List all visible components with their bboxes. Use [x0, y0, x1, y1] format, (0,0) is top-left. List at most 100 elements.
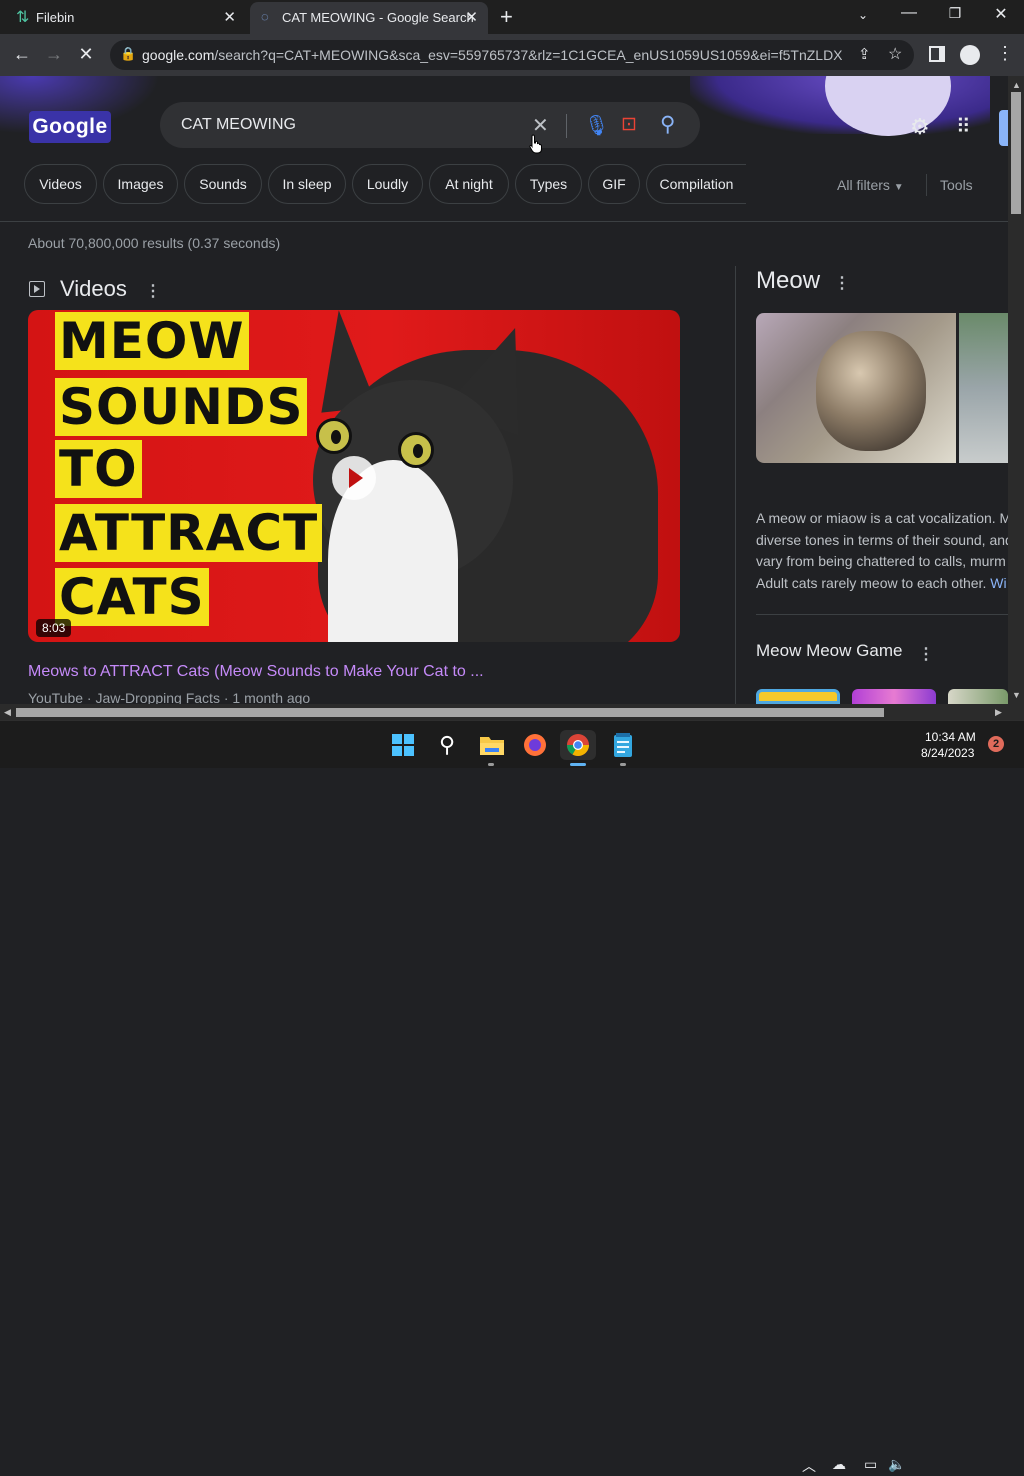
vertical-scroll-thumb[interactable]	[1011, 92, 1021, 214]
firefox-logo-icon	[524, 734, 546, 756]
all-filters-button[interactable]: All filters ▼	[837, 177, 904, 193]
chip-compilation[interactable]: Compilation	[646, 164, 746, 204]
notification-badge[interactable]: 2	[988, 736, 1004, 752]
show-hidden-icons-chevron[interactable]: ︿	[802, 1456, 816, 1476]
url-text[interactable]: google.com/search?q=CAT+MEOWING&sca_esv=…	[142, 47, 842, 63]
game-thumbnail[interactable]	[948, 689, 1008, 704]
running-indicator	[488, 763, 494, 766]
back-button[interactable]: ←	[10, 44, 34, 65]
game-more-options-icon[interactable]: ⋮	[918, 644, 934, 664]
close-window-icon[interactable]: ✕	[986, 4, 1016, 24]
chip-images[interactable]: Images	[103, 164, 178, 204]
kp-desc-line: A meow or miaow is a cat vocalization. M	[756, 510, 1008, 526]
browser-menu-icon[interactable]: ⋮	[996, 43, 1014, 64]
browser-toolbar: ← → ✕ 🔒 google.com/search?q=CAT+MEOWING&…	[0, 34, 1024, 76]
horizontal-scroll-thumb[interactable]	[16, 708, 884, 717]
side-panel-icon[interactable]	[929, 46, 945, 62]
lock-icon[interactable]: 🔒	[120, 46, 136, 62]
scroll-right-arrow-icon[interactable]: ▶	[995, 707, 1002, 718]
kp-desc-text: Adult cats rarely meow to each other.	[756, 574, 987, 591]
network-icon[interactable]: ▭	[864, 1456, 877, 1473]
chrome-icon[interactable]	[560, 730, 596, 760]
chip-videos[interactable]: Videos	[24, 164, 97, 204]
notepad-logo-icon	[614, 733, 632, 757]
windows-taskbar: ⚲ ︿ ☁ ▭ 🔈	[0, 720, 1024, 1474]
google-lens-icon[interactable]: ⊡	[621, 113, 637, 136]
close-tab-icon[interactable]: ✕	[465, 8, 478, 26]
all-filters-label: All filters	[837, 177, 890, 193]
scroll-left-arrow-icon[interactable]: ◀	[4, 707, 11, 718]
chip-sounds[interactable]: Sounds	[184, 164, 262, 204]
play-button-icon[interactable]	[332, 456, 376, 500]
search-input[interactable]: CAT MEOWING	[181, 116, 296, 134]
tab-google-search[interactable]: ◌ CAT MEOWING - Google Search ✕	[250, 2, 488, 34]
settings-gear-icon[interactable]: ⚙	[910, 114, 930, 140]
volume-icon[interactable]: 🔈	[888, 1456, 905, 1473]
tab-search-chevron-icon[interactable]: ⌄	[848, 8, 878, 22]
thumb-text-line: MEOW	[55, 312, 249, 370]
forward-button[interactable]: →	[42, 44, 66, 65]
chip-gif[interactable]: GIF	[588, 164, 640, 204]
search-icon[interactable]: ⚲	[660, 112, 675, 137]
videos-more-options-icon[interactable]: ⋮	[145, 281, 161, 301]
browser-tab-strip: ⇅ Filebin ✕ ◌ CAT MEOWING - Google Searc…	[0, 0, 1024, 34]
video-title-link[interactable]: Meows to ATTRACT Cats (Meow Sounds to Ma…	[28, 663, 484, 681]
close-tab-icon[interactable]: ✕	[223, 8, 236, 26]
thumb-text-line: ATTRACT	[55, 504, 323, 562]
wikipedia-link[interactable]: Wi	[990, 575, 1006, 591]
windows-start-icon[interactable]	[388, 730, 418, 760]
game-thumbnail[interactable]	[852, 689, 936, 704]
cat-eye-right	[398, 432, 434, 468]
filebin-arrows-icon: ⇅	[16, 9, 30, 26]
scroll-up-arrow-icon[interactable]: ▲	[1012, 80, 1021, 90]
meow-game-title: Meow Meow Game	[756, 641, 903, 660]
stop-loading-icon[interactable]: ✕	[74, 44, 98, 65]
url-domain: google.com	[142, 47, 215, 63]
sign-in-button[interactable]	[999, 110, 1008, 146]
share-icon[interactable]: ⇪	[858, 45, 871, 63]
tab-filebin[interactable]: ⇅ Filebin ✕	[0, 0, 246, 34]
profile-avatar-icon[interactable]	[960, 45, 980, 65]
tab-title: CAT MEOWING - Google Search	[282, 10, 474, 25]
address-bar[interactable]: 🔒 google.com/search?q=CAT+MEOWING&sca_es…	[110, 40, 914, 70]
google-logo[interactable]: Google	[29, 111, 111, 143]
kp-more-options-icon[interactable]: ⋮	[834, 273, 850, 293]
result-stats: About 70,800,000 results (0.37 seconds)	[28, 235, 281, 251]
chip-types[interactable]: Types	[515, 164, 582, 204]
game-thumbnail[interactable]	[756, 689, 840, 704]
bookmark-star-icon[interactable]: ☆	[888, 44, 902, 64]
kp-image-cat[interactable]	[756, 313, 956, 463]
new-tab-button[interactable]: +	[500, 4, 513, 30]
taskbar-search-icon[interactable]: ⚲	[432, 730, 462, 760]
chip-at-night[interactable]: At night	[429, 164, 509, 204]
video-thumbnail[interactable]: MEOW SOUNDS TO ATTRACT CATS 8:03	[28, 310, 680, 642]
firefox-icon[interactable]	[520, 730, 550, 760]
knowledge-panel-title: Meow	[756, 267, 821, 294]
restore-icon[interactable]: ❐	[940, 5, 970, 22]
header-divider	[0, 221, 1008, 222]
video-meta: YouTube · Jaw-Dropping Facts · 1 month a…	[28, 690, 311, 704]
search-divider	[566, 114, 567, 138]
kp-description: A meow or miaow is a cat vocalization. M…	[756, 508, 1008, 594]
google-apps-icon[interactable]: ⠿	[956, 114, 971, 139]
minimize-icon[interactable]: —	[894, 4, 924, 22]
tools-button[interactable]: Tools	[940, 177, 973, 193]
notepad-icon[interactable]	[608, 730, 638, 760]
onedrive-offline-icon[interactable]: ☁	[832, 1456, 846, 1473]
scroll-down-arrow-icon[interactable]: ▼	[1012, 690, 1021, 700]
kp-image-second[interactable]	[959, 313, 1008, 463]
file-explorer-icon[interactable]	[477, 730, 507, 760]
microphone-icon[interactable]: 🎙	[584, 113, 609, 138]
folder-icon	[480, 737, 504, 755]
google-loading-icon: ◌	[261, 9, 269, 24]
chrome-logo-icon	[567, 734, 589, 756]
search-box[interactable]: CAT MEOWING ✕ 🎙 ⊡ ⚲	[160, 102, 700, 148]
tab-title: Filebin	[36, 10, 75, 25]
clock-time[interactable]: 10:34 AM	[925, 730, 976, 744]
chip-loudly[interactable]: Loudly	[352, 164, 423, 204]
clock-date[interactable]: 8/24/2023	[921, 746, 974, 760]
dropdown-arrow-icon: ▼	[893, 182, 904, 193]
chip-in-sleep[interactable]: In sleep	[268, 164, 346, 204]
thumb-text-line: SOUNDS	[55, 378, 308, 436]
search-results-page: Google CAT MEOWING ✕ 🎙 ⊡ ⚲ ⚙ ⠿ Videos Im…	[0, 76, 1008, 704]
